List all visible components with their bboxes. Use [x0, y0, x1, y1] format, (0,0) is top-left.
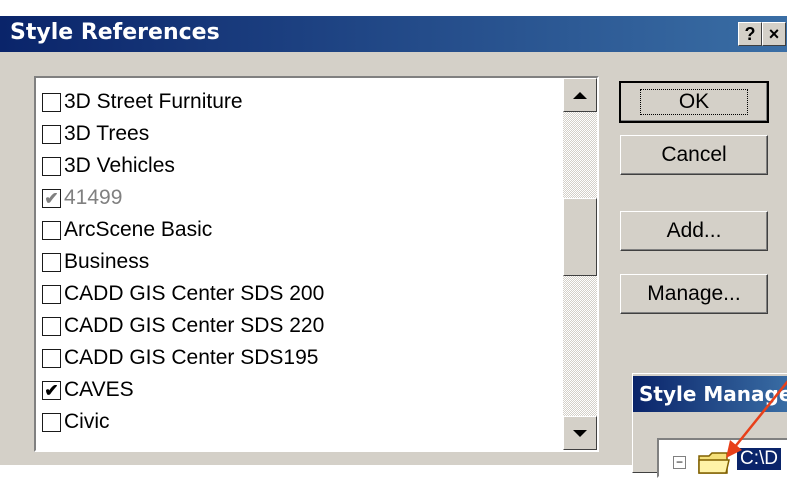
manage-button[interactable]: Manage...	[620, 274, 768, 314]
style-list-item-label: ArcScene Basic	[64, 218, 213, 241]
style-list-item[interactable]: ✔ 41499	[42, 182, 324, 214]
style-references-dialog: Style References ? × 3D Street Furniture…	[0, 16, 787, 478]
style-list-item[interactable]: CADD GIS Center SDS195	[42, 342, 324, 374]
checkbox[interactable]	[42, 284, 61, 304]
scroll-up-arrow-icon[interactable]	[563, 78, 597, 112]
style-list-item[interactable]: 3D Vehicles	[42, 150, 324, 182]
dialog-title: Style References	[10, 20, 220, 45]
checkbox[interactable]	[42, 316, 61, 336]
style-list-item-label: Civic	[64, 410, 110, 433]
checkbox-checked[interactable]: ✔	[42, 380, 61, 400]
style-list-item-label: 41499	[64, 186, 123, 209]
style-list-item[interactable]: CADD GIS Center SDS 220	[42, 310, 324, 342]
style-list-item[interactable]: ArcScene Basic	[42, 214, 324, 246]
style-list-item[interactable]: CADD GIS Center SDS 200	[42, 278, 324, 310]
style-list-item[interactable]: 3D Trees	[42, 118, 324, 150]
add-button[interactable]: Add...	[620, 211, 768, 251]
style-list[interactable]: 3D Street Furniture 3D Trees 3D Vehicles ✔ 4…	[34, 76, 599, 452]
help-icon[interactable]: ?	[738, 22, 762, 46]
checkbox[interactable]	[42, 156, 61, 176]
ok-button-label: OK	[639, 89, 749, 115]
style-list-item-label: CADD GIS Center SDS 220	[64, 314, 325, 337]
style-list-items: 3D Street Furniture 3D Trees 3D Vehicles ✔ 4…	[42, 86, 324, 438]
style-list-item-label: 3D Trees	[64, 122, 150, 145]
list-scrollbar[interactable]	[563, 78, 597, 450]
checkbox[interactable]	[42, 348, 61, 368]
tree-expander-icon[interactable]: −	[673, 456, 686, 469]
cancel-button[interactable]: Cancel	[620, 135, 768, 175]
style-list-item-label: CAVES	[64, 378, 134, 401]
style-list-item[interactable]: 3D Street Furniture	[42, 86, 324, 118]
style-list-item-label: CADD GIS Center SDS 200	[64, 282, 325, 305]
background-text-fragment	[210, 0, 218, 10]
ok-button[interactable]: OK	[619, 81, 769, 123]
background-window-strip	[0, 0, 787, 16]
style-list-item-label: 3D Vehicles	[64, 154, 175, 177]
close-icon[interactable]: ×	[762, 22, 786, 46]
checkbox[interactable]	[42, 124, 61, 144]
style-list-item-label: CADD GIS Center SDS195	[64, 346, 319, 369]
style-list-item[interactable]: Civic	[42, 406, 324, 438]
checkbox[interactable]	[42, 412, 61, 432]
annotation-arrow	[726, 380, 787, 458]
checkbox[interactable]	[42, 252, 61, 272]
checkbox[interactable]	[42, 220, 61, 240]
style-list-item-label: 3D Street Furniture	[64, 90, 243, 113]
dialog-titlebar[interactable]: Style References ? ×	[0, 16, 787, 52]
checkbox[interactable]	[42, 92, 61, 112]
checkbox-checked[interactable]: ✔	[42, 188, 61, 208]
style-list-item[interactable]: ✔ CAVES	[42, 374, 324, 406]
style-list-item[interactable]: Business	[42, 246, 324, 278]
style-list-item-label: Business	[64, 250, 150, 273]
scroll-down-arrow-icon[interactable]	[563, 416, 597, 450]
scrollbar-thumb[interactable]	[563, 198, 597, 276]
